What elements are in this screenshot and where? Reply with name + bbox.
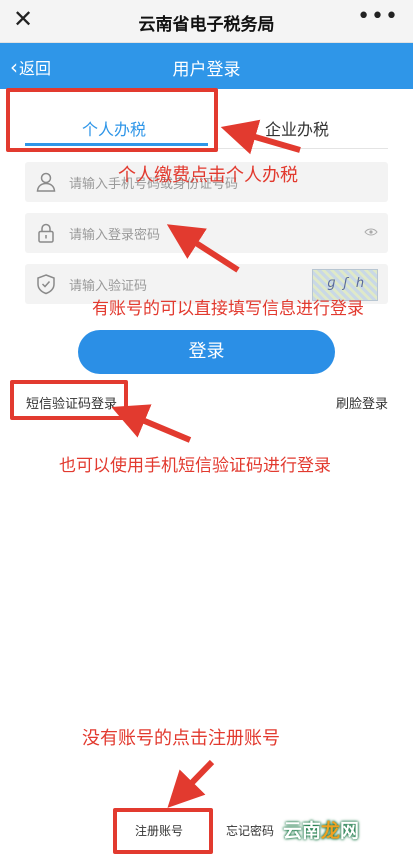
watermark: 云南龙网 bbox=[283, 816, 359, 843]
arrow-to-personal-tab bbox=[220, 119, 301, 155]
annotation-personal: 个人缴费点击个人办税 bbox=[118, 165, 298, 186]
arrow-to-register bbox=[167, 759, 215, 808]
arrow-to-sms-login bbox=[111, 404, 192, 443]
annotation-sms: 也可以使用手机短信验证码进行登录 bbox=[59, 456, 331, 476]
annotation-register: 没有账号的点击注册账号 bbox=[82, 728, 280, 749]
arrow-to-form bbox=[166, 224, 240, 273]
watermark-text-1: 云南 bbox=[283, 820, 322, 842]
watermark-text-2: 龙 bbox=[321, 820, 341, 842]
watermark-text-3: 网 bbox=[340, 820, 360, 842]
annotation-account: 有账号的可以直接填写信息进行登录 bbox=[92, 299, 364, 319]
